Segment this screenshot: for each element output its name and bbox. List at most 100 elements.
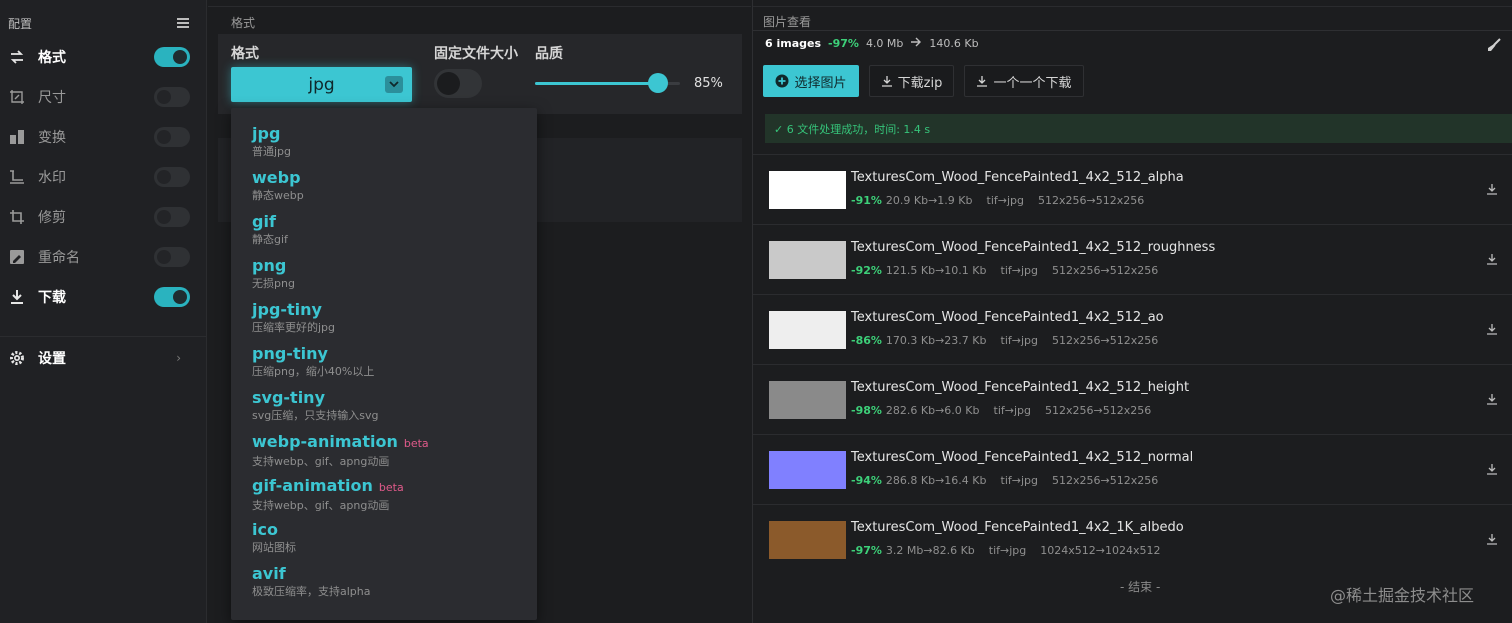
- sidebar-item-label: 设置: [38, 351, 66, 367]
- file-percent: -98%: [851, 404, 882, 417]
- download-one-by-one-label: 一个一个下载: [993, 75, 1072, 91]
- file-thumbnail[interactable]: [769, 171, 846, 209]
- download-icon[interactable]: [1486, 530, 1498, 549]
- download-icon: [976, 75, 988, 87]
- crop-toggle[interactable]: [154, 207, 190, 227]
- file-percent: -94%: [851, 474, 882, 487]
- watermark-toggle[interactable]: [154, 167, 190, 187]
- sidebar-item-format[interactable]: 格式: [0, 40, 207, 74]
- select-images-button[interactable]: 选择图片: [763, 65, 859, 97]
- option-desc: 静态gif: [252, 233, 288, 246]
- format-option-png-tiny[interactable]: png-tiny 压缩png，缩小40%以上: [252, 344, 532, 379]
- option-name: ico: [252, 520, 278, 539]
- format-section-label: 格式: [231, 16, 256, 30]
- format-option-avif[interactable]: avif 极致压缩率，支持alpha: [252, 564, 532, 599]
- file-row: TexturesCom_Wood_FencePainted1_4x2_1K_al…: [753, 504, 1512, 574]
- file-convert: tif→jpg: [1000, 474, 1038, 487]
- file-convert: tif→jpg: [1000, 264, 1038, 277]
- size-before: 4.0 Mb: [865, 37, 904, 50]
- file-thumbnail[interactable]: [769, 521, 846, 559]
- format-toggle[interactable]: [154, 47, 190, 67]
- sidebar-item-settings[interactable]: 设置 ›: [0, 341, 207, 375]
- file-row: TexturesCom_Wood_FencePainted1_4x2_512_a…: [753, 294, 1512, 364]
- file-thumbnail[interactable]: [769, 381, 846, 419]
- format-option-svg-tiny[interactable]: svg-tiny svg压缩，只支持输入svg: [252, 388, 532, 423]
- middle-top-border: [208, 6, 751, 7]
- file-name: TexturesCom_Wood_FencePainted1_4x2_512_r…: [851, 240, 1216, 255]
- option-desc: 压缩png，缩小40%以上: [252, 365, 375, 378]
- download-icon[interactable]: [1486, 320, 1498, 339]
- option-desc: 无损png: [252, 277, 295, 290]
- file-dims: 512x256→512x256: [1051, 334, 1159, 347]
- rename-toggle[interactable]: [154, 247, 190, 267]
- format-option-jpg-tiny[interactable]: jpg-tiny 压缩率更好的jpg: [252, 300, 532, 335]
- file-meta: -91% 20.9 Kb→1.9 Kb tif→jpg 512x256→512x256: [851, 194, 1144, 207]
- file-sizes: 3.2 Mb→82.6 Kb: [885, 544, 975, 557]
- format-option-webp-animation[interactable]: webp-animation beta 支持webp、gif、apng动画: [252, 432, 532, 469]
- size-toggle[interactable]: [154, 87, 190, 107]
- format-option-png[interactable]: png 无损png: [252, 256, 532, 291]
- add-icon: [775, 74, 789, 88]
- format-select[interactable]: jpg: [231, 67, 412, 102]
- file-dims: 512x256→512x256: [1051, 474, 1159, 487]
- sidebar-divider: [0, 336, 207, 337]
- download-icon[interactable]: [1486, 390, 1498, 409]
- option-desc: svg压缩，只支持输入svg: [252, 409, 379, 422]
- file-dims: 1024x512→1024x512: [1040, 544, 1161, 557]
- option-desc: 极致压缩率，支持alpha: [252, 585, 371, 598]
- option-name: jpg-tiny: [252, 300, 322, 319]
- download-zip-label: 下载zip: [897, 75, 943, 91]
- sidebar-header-label: 配置: [8, 16, 33, 31]
- chevron-right-icon: ›: [176, 351, 181, 365]
- clear-brush-icon[interactable]: [1487, 37, 1501, 56]
- sidebar-item-crop[interactable]: 修剪: [0, 200, 207, 234]
- sidebar-item-rename[interactable]: 重命名: [0, 240, 207, 274]
- total-percent: -97%: [828, 37, 859, 50]
- file-sizes: 286.8 Kb→16.4 Kb: [885, 474, 987, 487]
- download-icon[interactable]: [1486, 180, 1498, 199]
- quality-value: 85%: [694, 76, 723, 91]
- file-row: TexturesCom_Wood_FencePainted1_4x2_512_n…: [753, 434, 1512, 504]
- transform-toggle[interactable]: [154, 127, 190, 147]
- sidebar-item-download[interactable]: 下载: [0, 280, 207, 314]
- option-name: png-tiny: [252, 344, 328, 363]
- file-percent: -91%: [851, 194, 882, 207]
- option-desc: 压缩率更好的jpg: [252, 321, 336, 334]
- select-images-label: 选择图片: [794, 75, 847, 91]
- chevron-down-icon[interactable]: [385, 76, 403, 93]
- file-name: TexturesCom_Wood_FencePainted1_4x2_512_n…: [851, 450, 1194, 465]
- viewer-section-label: 图片查看: [763, 15, 812, 29]
- watermark-icon: [8, 168, 26, 186]
- resize-icon: [8, 88, 26, 106]
- crop-icon: [8, 208, 26, 226]
- file-thumbnail[interactable]: [769, 241, 846, 279]
- menu-icon[interactable]: [177, 18, 189, 28]
- option-name: webp-animation: [252, 432, 398, 451]
- file-thumbnail[interactable]: [769, 451, 846, 489]
- download-icon[interactable]: [1486, 250, 1498, 269]
- compression-stats: 6 images -97% 4.0 Mb 140.6 Kb: [765, 37, 979, 50]
- format-option-gif-animation[interactable]: gif-animation beta 支持webp、gif、apng动画: [252, 476, 532, 513]
- download-zip-button[interactable]: 下载zip: [869, 65, 954, 97]
- sidebar-item-size[interactable]: 尺寸: [0, 80, 207, 114]
- download-icon[interactable]: [1486, 460, 1498, 479]
- download-one-by-one-button[interactable]: 一个一个下载: [964, 65, 1084, 97]
- fixed-size-toggle[interactable]: [434, 69, 482, 98]
- list-end-label: - 结束 -: [1120, 580, 1161, 594]
- format-option-webp[interactable]: webp 静态webp: [252, 168, 532, 203]
- format-option-ico[interactable]: ico 网站图标: [252, 520, 532, 555]
- beta-badge: beta: [378, 481, 404, 494]
- sidebar-item-watermark[interactable]: 水印: [0, 160, 207, 194]
- format-option-gif[interactable]: gif 静态gif: [252, 212, 532, 247]
- option-name: avif: [252, 564, 286, 583]
- download-toggle[interactable]: [154, 287, 190, 307]
- file-name: TexturesCom_Wood_FencePainted1_4x2_512_a…: [851, 310, 1164, 325]
- format-option-jpg[interactable]: jpg 普通jpg: [252, 124, 532, 159]
- file-percent: -97%: [851, 544, 882, 557]
- file-sizes: 121.5 Kb→10.1 Kb: [885, 264, 987, 277]
- size-after: 140.6 Kb: [929, 37, 979, 50]
- download-icon: [8, 288, 26, 306]
- sidebar-item-transform[interactable]: 变换: [0, 120, 207, 154]
- quality-slider[interactable]: [535, 73, 680, 93]
- file-thumbnail[interactable]: [769, 311, 846, 349]
